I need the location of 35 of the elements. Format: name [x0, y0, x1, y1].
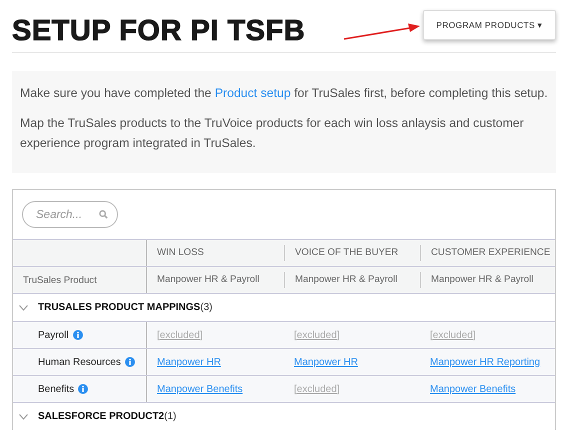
product-link[interactable]: Manpower Benefits: [430, 384, 516, 394]
product-setup-link[interactable]: Product setup: [214, 86, 291, 100]
column-header: CUSTOMER EXPERIENCE: [431, 247, 550, 258]
program-product: Manpower HR & Payroll: [431, 274, 534, 285]
column-header: TruSales Product: [23, 274, 97, 286]
group-title: SALESFORCE PRODUCT2: [38, 411, 164, 422]
program-products-button[interactable]: PROGRAM PRODUCTS ▾: [423, 10, 556, 40]
excluded-link[interactable]: [excluded]: [157, 330, 203, 340]
product-name: Payroll: [38, 330, 69, 340]
product-link[interactable]: Manpower HR: [294, 356, 358, 368]
program-product: Manpower HR & Payroll: [295, 274, 398, 285]
chevron-icon[interactable]: [19, 304, 28, 310]
column-header: WIN LOSS: [157, 247, 204, 258]
search-field[interactable]: Search...: [22, 201, 118, 228]
excluded-link[interactable]: [excluded]: [294, 330, 340, 340]
product-name: Human Resources: [38, 356, 121, 368]
product-link[interactable]: Manpower HR Reporting: [430, 356, 540, 368]
product-link[interactable]: Manpower HR: [157, 356, 221, 368]
group-count: (1): [164, 411, 176, 422]
program-product: Manpower HR & Payroll: [157, 274, 260, 285]
product-name: Benefits: [38, 384, 74, 394]
excluded-link[interactable]: [excluded]: [430, 330, 476, 340]
info-text: Map the TruSales products to the TruVoice products for each win loss anlaysis and customer experience program integrated in TruSales.: [20, 115, 525, 152]
column-header: VOICE OF THE BUYER: [295, 247, 398, 258]
info-icon[interactable]: [78, 384, 88, 394]
product-link[interactable]: Manpower Benefits: [157, 384, 243, 394]
group-title: TRUSALES PRODUCT MAPPINGS: [38, 302, 200, 313]
search-icon: [99, 210, 108, 219]
page-title: SETUP FOR PI TSFB: [12, 15, 306, 48]
info-text: Make sure you have completed the Product setup for TruSales first, before completing this setup.: [20, 85, 548, 102]
info-icon[interactable]: [72, 330, 83, 340]
info-icon[interactable]: [124, 357, 135, 367]
group-count: (3): [200, 302, 212, 313]
excluded-link[interactable]: [excluded]: [294, 384, 340, 394]
chevron-icon[interactable]: [19, 414, 28, 420]
